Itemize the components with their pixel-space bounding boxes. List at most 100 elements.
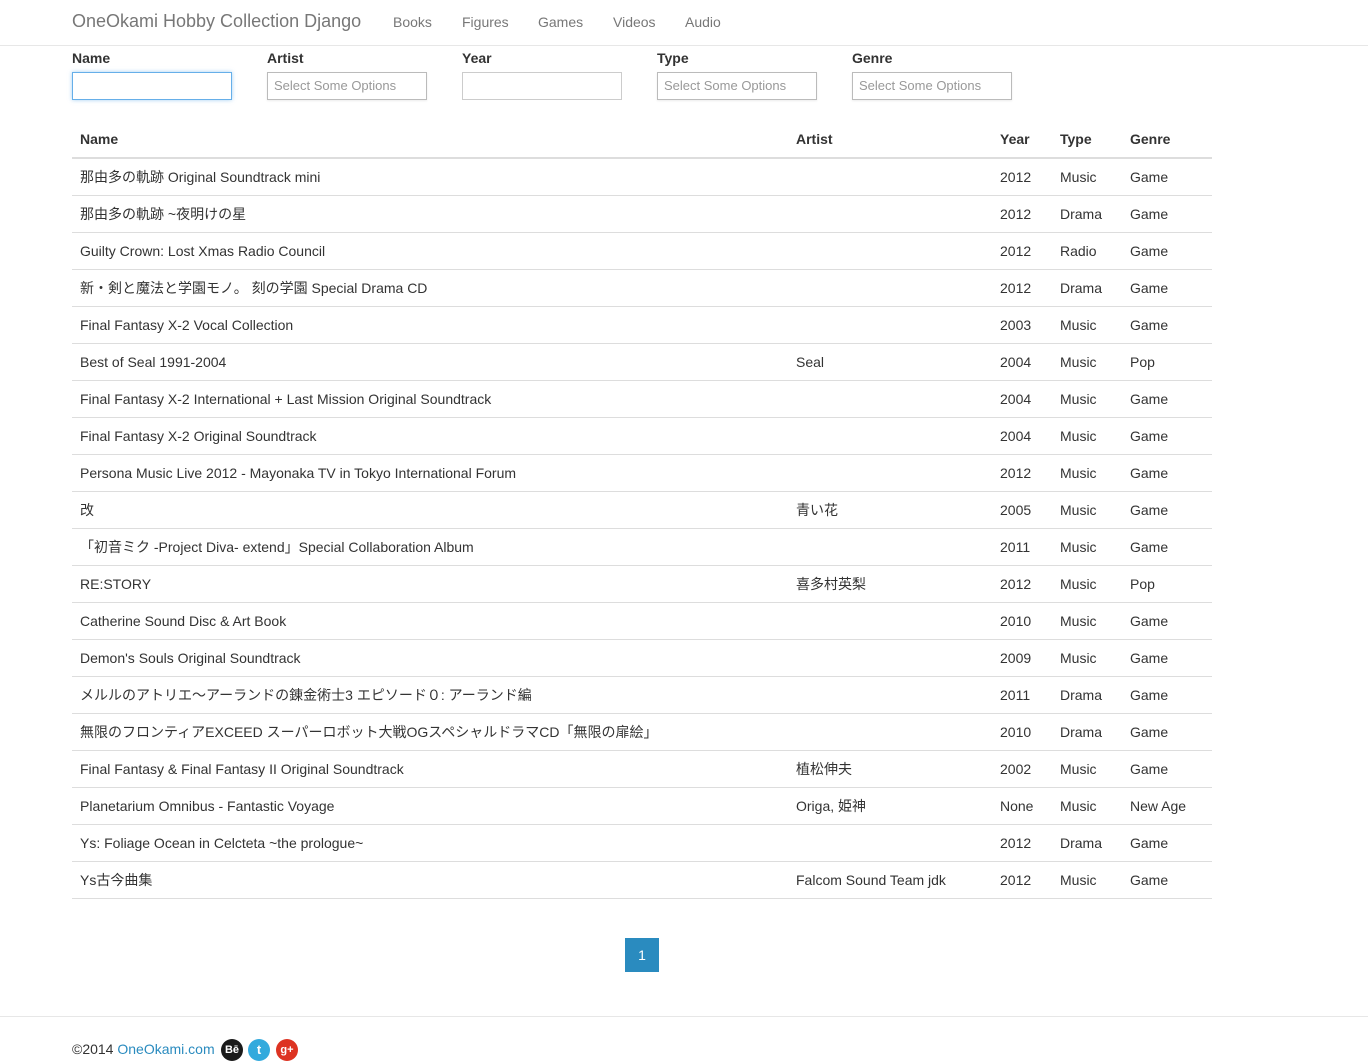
cell-year: 2004 — [992, 417, 1052, 455]
behance-icon[interactable]: Bē — [221, 1039, 243, 1061]
cell-artist — [788, 380, 992, 418]
artist-filter: Artist Select Some Options — [267, 48, 427, 100]
table-row: RE:STORY 喜多村英梨 2012 Music Pop — [72, 565, 1212, 603]
cell-year: 2009 — [992, 639, 1052, 677]
copyright-label: ©2014 — [72, 1041, 118, 1057]
type-multiselect[interactable]: Select Some Options — [657, 72, 817, 100]
table-row: Final Fantasy X-2 Vocal Collection 2003 Mu… — [72, 306, 1212, 344]
site-link[interactable]: OneOkami.com — [117, 1041, 214, 1057]
genre-multiselect[interactable]: Select Some Options — [852, 72, 1012, 100]
cell-artist — [788, 232, 992, 270]
cell-type: Music — [1052, 417, 1122, 455]
table-row: Ys: Foliage Ocean in Celcteta ~the prolo… — [72, 824, 1212, 862]
year-filter-input[interactable] — [462, 72, 622, 100]
name-filter-label: Name — [72, 50, 111, 66]
cell-year: 2012 — [992, 232, 1052, 270]
cell-name: Demon's Souls Original Soundtrack — [72, 639, 788, 677]
cell-type: Music — [1052, 380, 1122, 418]
nav-item-games[interactable]: Games — [538, 14, 583, 30]
type-filter-label: Type — [657, 50, 689, 66]
cell-genre: Pop — [1122, 343, 1212, 381]
header-name[interactable]: Name — [72, 120, 788, 159]
cell-type: Music — [1052, 565, 1122, 603]
cell-genre: Game — [1122, 639, 1212, 677]
cell-year: None — [992, 787, 1052, 825]
cell-name: Planetarium Omnibus - Fantastic Voyage — [72, 787, 788, 825]
nav-item-figures[interactable]: Figures — [462, 14, 509, 30]
cell-artist: Falcom Sound Team jdk — [788, 861, 992, 899]
cell-genre: Game — [1122, 158, 1212, 196]
table-row: Demon's Souls Original Soundtrack 2009 Mus… — [72, 639, 1212, 677]
table-row: Final Fantasy & Final Fantasy II Origina… — [72, 750, 1212, 788]
cell-type: Music — [1052, 528, 1122, 566]
pagination-page-1[interactable]: 1 — [625, 938, 659, 972]
cell-year: 2012 — [992, 565, 1052, 603]
results-table: Name Artist Year Type Genre 那由多の軌跡 Origi… — [72, 120, 1212, 899]
cell-artist — [788, 713, 992, 751]
name-filter-input[interactable] — [72, 72, 232, 100]
artist-multiselect[interactable]: Select Some Options — [267, 72, 427, 100]
cell-artist — [788, 454, 992, 492]
table-row: Persona Music Live 2012 - Mayonaka TV in… — [72, 454, 1212, 492]
cell-artist — [788, 158, 992, 196]
cell-type: Radio — [1052, 232, 1122, 270]
cell-type: Music — [1052, 454, 1122, 492]
cell-genre: Game — [1122, 602, 1212, 640]
cell-year: 2005 — [992, 491, 1052, 529]
table-row: Planetarium Omnibus - Fantastic Voyage Or… — [72, 787, 1212, 825]
cell-artist: Origa, 姫神 — [788, 787, 992, 825]
cell-genre: Game — [1122, 232, 1212, 270]
cell-name: Final Fantasy X-2 Original Soundtrack — [72, 417, 788, 455]
cell-artist: 植松伸夫 — [788, 750, 992, 788]
nav-item-books[interactable]: Books — [393, 14, 432, 30]
cell-year: 2012 — [992, 269, 1052, 307]
cell-type: Drama — [1052, 676, 1122, 714]
cell-genre: Game — [1122, 195, 1212, 233]
cell-artist — [788, 824, 992, 862]
header-genre[interactable]: Genre — [1122, 120, 1212, 159]
nav-item-audio[interactable]: Audio — [685, 14, 721, 30]
table-row: 改青い花 2005 Music Game — [72, 491, 1212, 529]
table-row: 那由多の軌跡 ~夜明けの星 2012 Drama Game — [72, 195, 1212, 233]
cell-name: Ys: Foliage Ocean in Celcteta ~the prolo… — [72, 824, 788, 862]
twitter-icon[interactable]: t — [248, 1039, 270, 1061]
table-row: Guilty Crown: Lost Xmas Radio Council 201… — [72, 232, 1212, 270]
cell-genre: Game — [1122, 306, 1212, 344]
cell-genre: Game — [1122, 713, 1212, 751]
cell-name: 新・剣と魔法と学園モノ。 刻の学園 Special Drama CD — [72, 269, 788, 307]
brand-link[interactable]: OneOkami Hobby Collection Django — [72, 11, 361, 32]
cell-type: Drama — [1052, 713, 1122, 751]
name-filter: Name — [72, 48, 232, 100]
header-artist[interactable]: Artist — [788, 120, 992, 159]
cell-year: 2003 — [992, 306, 1052, 344]
navbar: OneOkami Hobby Collection Django Books F… — [0, 0, 1368, 46]
google-plus-icon[interactable]: g+ — [276, 1039, 298, 1061]
cell-year: 2012 — [992, 861, 1052, 899]
cell-name: Ys古今曲集 — [72, 861, 788, 899]
header-type[interactable]: Type — [1052, 120, 1122, 159]
header-year[interactable]: Year — [992, 120, 1052, 159]
cell-name: 那由多の軌跡 Original Soundtrack mini — [72, 158, 788, 196]
table-header-row: Name Artist Year Type Genre — [72, 120, 1212, 159]
cell-artist: 青い花 — [788, 491, 992, 529]
cell-type: Music — [1052, 750, 1122, 788]
table-row: Catherine Sound Disc & Art Book 2010 Music… — [72, 602, 1212, 640]
cell-name: Final Fantasy X-2 International + Last M… — [72, 380, 788, 418]
cell-type: Drama — [1052, 269, 1122, 307]
cell-name: Final Fantasy & Final Fantasy II Origina… — [72, 750, 788, 788]
copyright-text: ©2014 OneOkami.com — [72, 1041, 215, 1057]
nav-item-videos[interactable]: Videos — [613, 14, 656, 30]
cell-genre: Game — [1122, 824, 1212, 862]
cell-genre: Game — [1122, 417, 1212, 455]
cell-genre: Game — [1122, 528, 1212, 566]
table-row: 新・剣と魔法と学園モノ。 刻の学園 Special Drama CD 2012 Dr… — [72, 269, 1212, 307]
type-filter: Type Select Some Options — [657, 48, 817, 100]
cell-type: Music — [1052, 787, 1122, 825]
cell-genre: Game — [1122, 491, 1212, 529]
cell-genre: Pop — [1122, 565, 1212, 603]
cell-artist — [788, 195, 992, 233]
cell-year: 2010 — [992, 602, 1052, 640]
cell-artist: Seal — [788, 343, 992, 381]
cell-type: Music — [1052, 491, 1122, 529]
cell-name: 無限のフロンティアEXCEED スーパーロボット大戦OGスペシャルドラマCD「無… — [72, 713, 788, 751]
